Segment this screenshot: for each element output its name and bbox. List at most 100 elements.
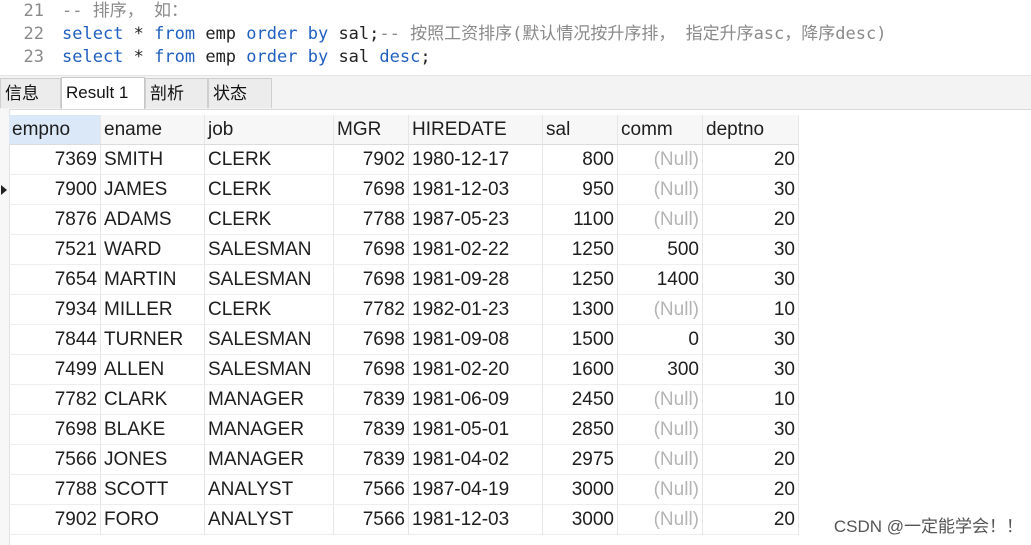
cell-mgr[interactable]: 7698 [334, 265, 409, 295]
cell-ename[interactable]: SCOTT [101, 475, 205, 505]
cell-ename[interactable]: MARTIN [101, 265, 205, 295]
cell-sal[interactable]: 2975 [543, 445, 618, 475]
cell-sal[interactable]: 2450 [543, 385, 618, 415]
column-header-deptno[interactable]: deptno [703, 115, 799, 145]
cell-comm[interactable]: (Null) [618, 145, 703, 175]
cell-mgr[interactable]: 7566 [334, 475, 409, 505]
column-header-sal[interactable]: sal [543, 115, 618, 145]
cell-job[interactable]: SALESMAN [205, 325, 334, 355]
cell-comm[interactable]: (Null) [618, 385, 703, 415]
cell-ename[interactable]: ALLEN [101, 355, 205, 385]
cell-ename[interactable]: JONES [101, 445, 205, 475]
cell-sal[interactable]: 1500 [543, 325, 618, 355]
cell-deptno[interactable]: 30 [703, 235, 799, 265]
cell-deptno[interactable]: 30 [703, 355, 799, 385]
cell-ename[interactable]: ADAMS [101, 205, 205, 235]
cell-deptno[interactable]: 30 [703, 265, 799, 295]
cell-deptno[interactable]: 10 [703, 385, 799, 415]
cell-job[interactable]: CLERK [205, 205, 334, 235]
cell-deptno[interactable]: 20 [703, 505, 799, 535]
cell-comm[interactable]: 300 [618, 355, 703, 385]
cell-mgr[interactable]: 7839 [334, 385, 409, 415]
result-grid[interactable]: empno ename job MGR HIREDATE sal comm deptno 736… [0, 109, 1031, 545]
tab-info[interactable]: 信息 [0, 78, 61, 108]
cell-hiredate[interactable]: 1987-05-23 [409, 205, 543, 235]
tab-status[interactable]: 状态 [208, 78, 272, 108]
cell-hiredate[interactable]: 1981-05-01 [409, 415, 543, 445]
cell-deptno[interactable]: 30 [703, 325, 799, 355]
column-header-ename[interactable]: ename [101, 115, 205, 145]
cell-comm[interactable]: (Null) [618, 475, 703, 505]
cell-job[interactable]: CLERK [205, 175, 334, 205]
cell-sal[interactable]: 1300 [543, 295, 618, 325]
cell-sal[interactable]: 800 [543, 145, 618, 175]
cell-comm[interactable]: (Null) [618, 175, 703, 205]
column-header-job[interactable]: job [205, 115, 334, 145]
cell-sal[interactable]: 3000 [543, 505, 618, 535]
cell-job[interactable]: SALESMAN [205, 265, 334, 295]
cell-comm[interactable]: 0 [618, 325, 703, 355]
cell-sal[interactable]: 2850 [543, 415, 618, 445]
code-text[interactable]: select * from emp order by sal;-- 按照工资排序… [62, 23, 886, 46]
cell-hiredate[interactable]: 1981-04-02 [409, 445, 543, 475]
cell-sal[interactable]: 1250 [543, 265, 618, 295]
cell-job[interactable]: SALESMAN [205, 355, 334, 385]
cell-ename[interactable]: JAMES [101, 175, 205, 205]
cell-hiredate[interactable]: 1981-09-28 [409, 265, 543, 295]
cell-comm[interactable]: (Null) [618, 445, 703, 475]
cell-comm[interactable]: 500 [618, 235, 703, 265]
sql-editor[interactable]: 21 -- 排序， 如： 22 select * from emp order by … [0, 0, 1031, 72]
cell-ename[interactable]: FORO [101, 505, 205, 535]
cell-empno[interactable]: 7900 [9, 175, 101, 205]
cell-job[interactable]: MANAGER [205, 415, 334, 445]
cell-hiredate[interactable]: 1987-04-19 [409, 475, 543, 505]
column-header-comm[interactable]: comm [618, 115, 703, 145]
column-header-empno[interactable]: empno [9, 115, 101, 145]
tab-profile[interactable]: 剖析 [145, 78, 208, 108]
cell-deptno[interactable]: 20 [703, 205, 799, 235]
cell-job[interactable]: ANALYST [205, 505, 334, 535]
cell-empno[interactable]: 7654 [9, 265, 101, 295]
cell-empno[interactable]: 7934 [9, 295, 101, 325]
cell-sal[interactable]: 1250 [543, 235, 618, 265]
cell-job[interactable]: SALESMAN [205, 235, 334, 265]
cell-empno[interactable]: 7521 [9, 235, 101, 265]
cell-hiredate[interactable]: 1980-12-17 [409, 145, 543, 175]
column-header-hiredate[interactable]: HIREDATE [409, 115, 543, 145]
cell-mgr[interactable]: 7698 [334, 355, 409, 385]
cell-job[interactable]: MANAGER [205, 385, 334, 415]
cell-empno[interactable]: 7369 [9, 145, 101, 175]
cell-sal[interactable]: 1600 [543, 355, 618, 385]
cell-empno[interactable]: 7698 [9, 415, 101, 445]
cell-ename[interactable]: WARD [101, 235, 205, 265]
cell-ename[interactable]: MILLER [101, 295, 205, 325]
cell-mgr[interactable]: 7839 [334, 445, 409, 475]
cell-empno[interactable]: 7566 [9, 445, 101, 475]
code-text[interactable]: -- 排序， 如： [62, 0, 188, 23]
cell-deptno[interactable]: 30 [703, 415, 799, 445]
cell-deptno[interactable]: 10 [703, 295, 799, 325]
cell-comm[interactable]: 1400 [618, 265, 703, 295]
cell-sal[interactable]: 950 [543, 175, 618, 205]
cell-empno[interactable]: 7876 [9, 205, 101, 235]
cell-empno[interactable]: 7844 [9, 325, 101, 355]
cell-ename[interactable]: BLAKE [101, 415, 205, 445]
cell-sal[interactable]: 1100 [543, 205, 618, 235]
cell-mgr[interactable]: 7902 [334, 145, 409, 175]
tab-result-1[interactable]: Result 1 [61, 77, 145, 109]
cell-comm[interactable]: (Null) [618, 415, 703, 445]
cell-job[interactable]: ANALYST [205, 475, 334, 505]
cell-mgr[interactable]: 7698 [334, 325, 409, 355]
cell-sal[interactable]: 3000 [543, 475, 618, 505]
cell-job[interactable]: CLERK [205, 295, 334, 325]
cell-comm[interactable]: (Null) [618, 205, 703, 235]
cell-mgr[interactable]: 7698 [334, 175, 409, 205]
cell-hiredate[interactable]: 1982-01-23 [409, 295, 543, 325]
cell-empno[interactable]: 7902 [9, 505, 101, 535]
code-text[interactable]: select * from emp order by sal desc; [62, 46, 431, 69]
cell-mgr[interactable]: 7788 [334, 205, 409, 235]
cell-mgr[interactable]: 7782 [334, 295, 409, 325]
cell-empno[interactable]: 7499 [9, 355, 101, 385]
cell-ename[interactable]: TURNER [101, 325, 205, 355]
cell-hiredate[interactable]: 1981-02-20 [409, 355, 543, 385]
